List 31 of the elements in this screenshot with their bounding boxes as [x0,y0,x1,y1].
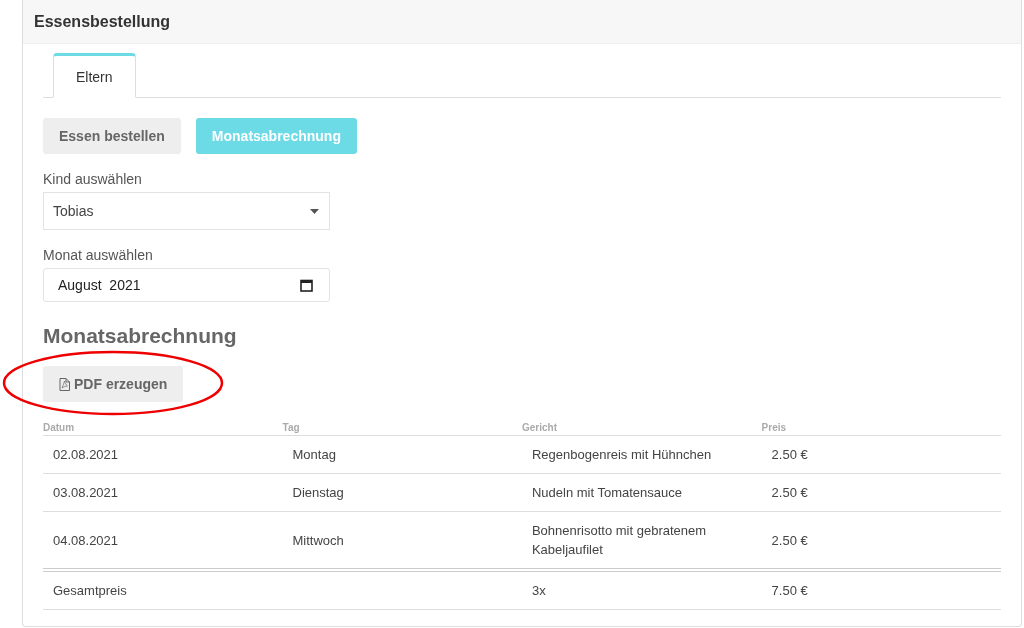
toggle-button[interactable]: Essen bestellen [43,118,181,154]
table-cell: 2.50 € [761,435,1001,474]
child-dropdown[interactable]: Tobias [43,192,330,230]
month-field[interactable]: August 2021 [43,268,330,302]
field-label: Kind auswählen [43,171,142,187]
column-header: Preis [761,422,1001,436]
table-cell: 03.08.2021 [43,473,283,512]
table-cell: Bohnenrisotto mit gebratenem Kabeljaufilet [521,511,762,570]
table-cell: 04.08.2021 [43,511,283,570]
table-cell: Montag [282,435,522,474]
field-label: Monat auswählen [43,247,153,263]
caret-icon [310,208,319,214]
card-title: Essensbestellung [34,12,171,31]
total-count: 3x [521,570,762,610]
pdf-file-icon [59,377,70,391]
table-cell: 2.50 € [761,511,1001,570]
column-header: Tag [282,422,522,436]
table-cell: Nudeln mit Tomatensauce [521,473,762,512]
table-cell: Mittwoch [282,511,522,570]
table-cell: 2.50 € [761,473,1001,512]
tab[interactable]: Eltern [53,53,136,98]
table-cell: 02.08.2021 [43,435,283,474]
column-header: Datum [43,422,283,436]
pdf-button[interactable]: PDF erzeugen [43,366,184,402]
table-cell: Regenbogenreis mit Hühnchen [521,435,762,474]
table-cell: Dienstag [282,473,522,512]
total-amount: 7.50 € [761,570,1001,610]
calendar-icon [300,278,313,292]
column-header: Gericht [521,422,762,436]
total-label: Gesamtpreis [43,570,283,610]
section-heading: Monatsabrechnung [43,324,237,348]
